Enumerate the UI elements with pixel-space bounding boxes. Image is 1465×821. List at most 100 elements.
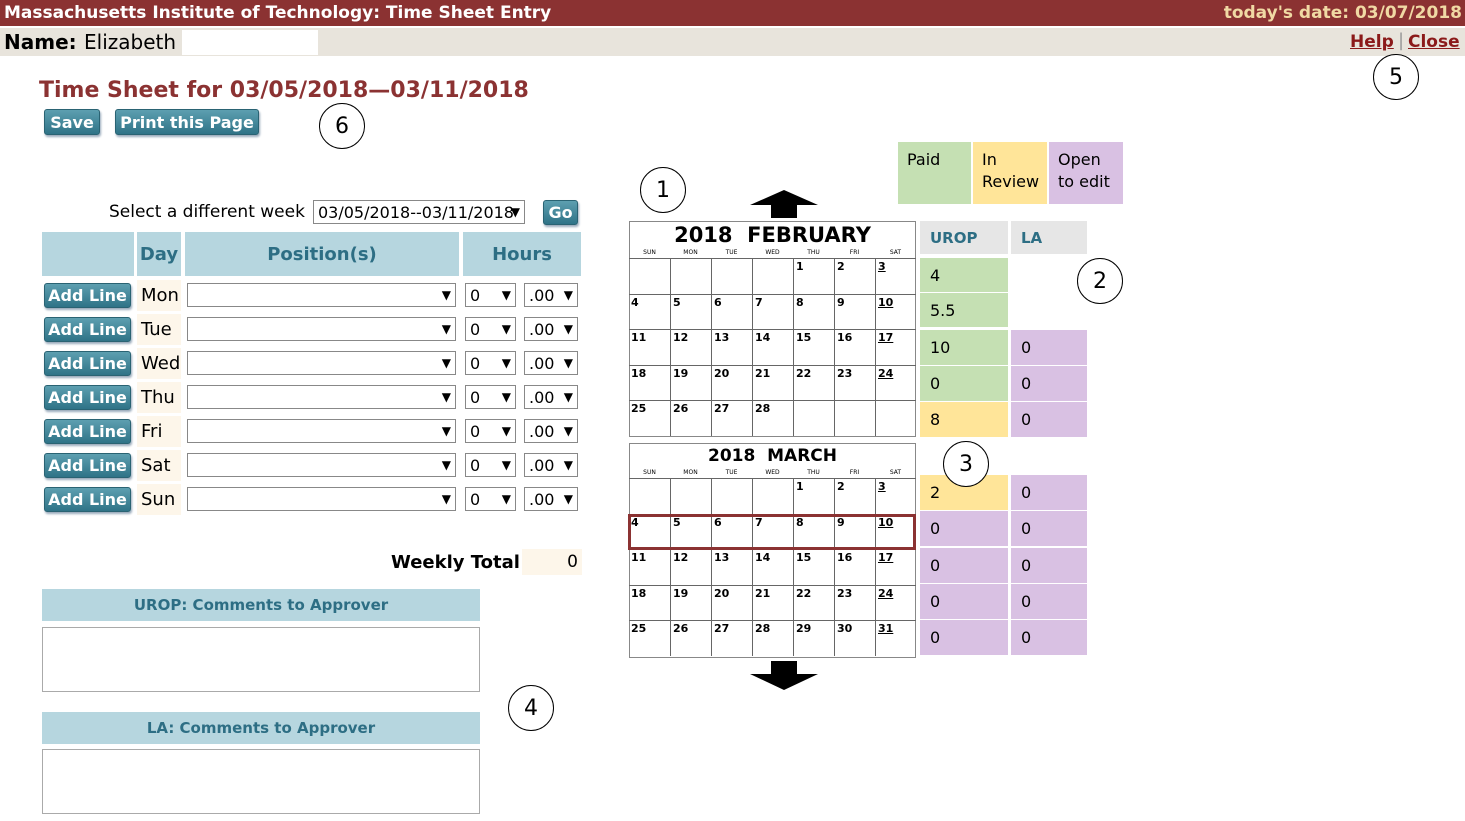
day-label: Thu bbox=[137, 382, 181, 413]
minutes-select[interactable]: .00 ▼ bbox=[524, 453, 578, 477]
calendar-day-cell bbox=[711, 258, 752, 294]
dropdown-arrow-icon: ▼ bbox=[501, 322, 511, 336]
hours-select[interactable]: 0 ▼ bbox=[465, 487, 516, 511]
add-line-button[interactable]: Add Line bbox=[44, 453, 131, 478]
dropdown-arrow-icon: ▼ bbox=[441, 288, 451, 302]
table-header-positions: Position(s) bbox=[185, 232, 459, 276]
urop-comments-field[interactable] bbox=[42, 627, 480, 692]
la-comments-field[interactable] bbox=[42, 749, 480, 814]
position-select[interactable]: ▼ bbox=[187, 453, 456, 477]
status-cell-urop: 0 bbox=[920, 366, 1008, 401]
calendar-day-number: 14 bbox=[755, 551, 771, 565]
name-label: Name: bbox=[4, 30, 77, 54]
calendar-day-cell: 8 bbox=[793, 293, 834, 330]
status-cell-urop: 0 bbox=[920, 584, 1008, 619]
calendar-day-number: 13 bbox=[714, 551, 730, 565]
calendar-day-cell: 27 bbox=[711, 400, 752, 436]
calendar-day-cell: 17 bbox=[875, 329, 916, 365]
calendar-day-cell: 7 bbox=[752, 293, 793, 330]
hours-value: 0 bbox=[470, 421, 481, 441]
minutes-select[interactable]: .00 ▼ bbox=[524, 385, 578, 409]
calendar-day-cell: 23 bbox=[834, 584, 875, 621]
hours-select[interactable]: 0 ▼ bbox=[465, 453, 516, 477]
calendar-day-cell: 18 bbox=[629, 584, 670, 621]
position-select[interactable]: ▼ bbox=[187, 385, 456, 409]
legend-open-line1: Open bbox=[1058, 150, 1101, 169]
calendar-day-cell: 3 bbox=[875, 478, 916, 514]
minutes-select[interactable]: .00 ▼ bbox=[524, 487, 578, 511]
position-select[interactable]: ▼ bbox=[187, 317, 456, 341]
position-select[interactable]: ▼ bbox=[187, 351, 456, 375]
calendar-day-number: 15 bbox=[796, 331, 812, 345]
day-label: Mon bbox=[137, 280, 181, 311]
status-cell-la: 0 bbox=[1011, 620, 1087, 655]
calendar-day-cell: 22 bbox=[793, 584, 834, 621]
minutes-select[interactable]: .00 ▼ bbox=[524, 283, 578, 307]
calendar-weekday: SUN bbox=[643, 249, 656, 256]
add-line-button[interactable]: Add Line bbox=[44, 419, 131, 444]
calendar-day-number: 19 bbox=[673, 586, 689, 600]
hours-select[interactable]: 0 ▼ bbox=[465, 419, 516, 443]
calendar-day-number: 26 bbox=[673, 622, 689, 636]
calendar-weekday: WED bbox=[765, 249, 780, 256]
calendar-day-cell: 12 bbox=[670, 329, 711, 365]
calendar-day-number: 25 bbox=[631, 622, 647, 636]
calendar-day-cell bbox=[752, 258, 793, 294]
table-header-blank bbox=[42, 232, 134, 276]
calendar-day-cell: 28 bbox=[752, 620, 793, 656]
hours-select[interactable]: 0 ▼ bbox=[465, 283, 516, 307]
position-select[interactable]: ▼ bbox=[187, 487, 456, 511]
add-line-button[interactable]: Add Line bbox=[44, 317, 131, 342]
go-button[interactable]: Go bbox=[543, 200, 578, 225]
calendar-day-number: 24 bbox=[878, 366, 894, 380]
calendar-day-cell bbox=[793, 400, 834, 436]
calendar-day-cell: 13 bbox=[711, 549, 752, 585]
calendar-day-cell: 21 bbox=[752, 364, 793, 401]
dropdown-arrow-icon: ▼ bbox=[501, 492, 511, 506]
calendar-day-cell: 14 bbox=[752, 549, 793, 585]
dropdown-arrow-icon: ▼ bbox=[441, 322, 451, 336]
hours-select[interactable]: 0 ▼ bbox=[465, 351, 516, 375]
calendar-day-number: 6 bbox=[714, 295, 722, 309]
close-link[interactable]: Close bbox=[1408, 32, 1460, 52]
calendar-day-number: 11 bbox=[631, 551, 647, 565]
calendar-day-cell: 16 bbox=[834, 549, 875, 585]
title-bar: Massachusetts Institute of Technology: T… bbox=[0, 0, 1465, 26]
calendar-day-cell: 1 bbox=[793, 478, 834, 514]
calendar-day-number: 12 bbox=[673, 551, 689, 565]
status-cell-urop: 0 bbox=[920, 548, 1008, 583]
add-line-button[interactable]: Add Line bbox=[44, 351, 131, 376]
minutes-select[interactable]: .00 ▼ bbox=[524, 419, 578, 443]
add-line-button[interactable]: Add Line bbox=[44, 385, 131, 410]
position-select[interactable]: ▼ bbox=[187, 283, 456, 307]
help-link[interactable]: Help bbox=[1350, 32, 1394, 52]
calendar-day-number: 13 bbox=[714, 331, 730, 345]
save-button[interactable]: Save bbox=[44, 109, 100, 135]
marker-2: 2 bbox=[1077, 258, 1123, 304]
minutes-select[interactable]: .00 ▼ bbox=[524, 317, 578, 341]
hours-value: 0 bbox=[470, 353, 481, 373]
minutes-select[interactable]: .00 ▼ bbox=[524, 351, 578, 375]
calendar-title: 2018 MARCH bbox=[707, 446, 838, 466]
hours-select[interactable]: 0 ▼ bbox=[465, 317, 516, 341]
calendar-weekday: THU bbox=[807, 249, 820, 256]
legend-paid-label: Paid bbox=[907, 150, 941, 169]
calendar-day-number: 16 bbox=[837, 551, 853, 565]
calendar-day-cell: 15 bbox=[793, 549, 834, 585]
hours-value: 0 bbox=[470, 387, 481, 407]
dropdown-arrow-icon: ▼ bbox=[501, 288, 511, 302]
add-line-button[interactable]: Add Line bbox=[44, 487, 131, 512]
print-button[interactable]: Print this Page bbox=[115, 109, 259, 135]
calendar-day-number: 29 bbox=[796, 622, 812, 636]
week-select[interactable]: 03/05/2018--03/11/2018 ▼ bbox=[313, 200, 525, 224]
marker-6: 6 bbox=[319, 103, 365, 149]
calendar-day-cell: 10 bbox=[875, 293, 916, 330]
minutes-value: .00 bbox=[529, 319, 555, 339]
position-select[interactable]: ▼ bbox=[187, 419, 456, 443]
previous-month-arrow-icon[interactable] bbox=[749, 189, 819, 219]
next-month-arrow-icon[interactable] bbox=[749, 660, 819, 691]
dropdown-arrow-icon: ▼ bbox=[563, 390, 573, 404]
add-line-button[interactable]: Add Line bbox=[44, 283, 131, 308]
name-field-blank bbox=[182, 30, 318, 55]
hours-select[interactable]: 0 ▼ bbox=[465, 385, 516, 409]
